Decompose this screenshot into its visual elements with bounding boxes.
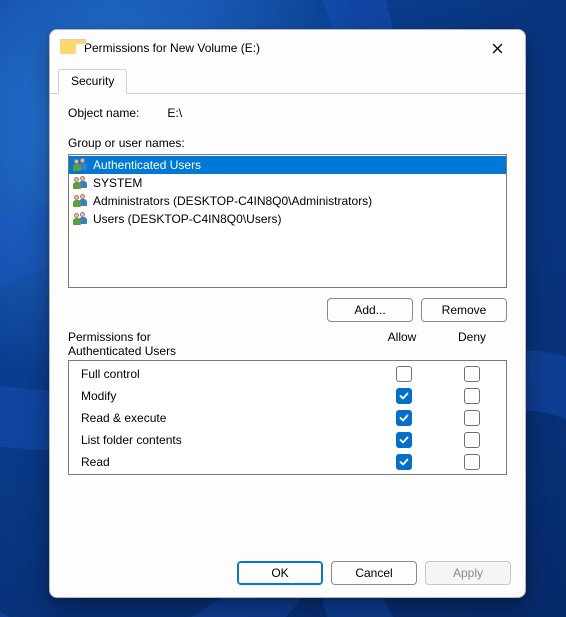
user-label: Authenticated Users <box>93 158 201 172</box>
titlebar[interactable]: Permissions for New Volume (E:) <box>50 30 525 66</box>
allow-column-header: Allow <box>367 330 437 358</box>
tab-content: Object name: E:\ Group or user names: Au… <box>50 94 525 549</box>
deny-checkbox[interactable] <box>464 388 480 404</box>
permission-name: Full control <box>81 367 370 381</box>
tab-strip: Security <box>50 68 525 94</box>
user-list-item[interactable]: SYSTEM <box>69 174 506 192</box>
folder-icon <box>60 42 76 54</box>
remove-button[interactable]: Remove <box>421 298 507 322</box>
users-icon <box>73 212 89 226</box>
tab-security[interactable]: Security <box>58 69 127 94</box>
user-list-item[interactable]: Users (DESKTOP-C4IN8Q0\Users) <box>69 210 506 228</box>
users-icon <box>73 176 89 190</box>
allow-checkbox[interactable] <box>396 388 412 404</box>
deny-column-header: Deny <box>437 330 507 358</box>
allow-checkbox[interactable] <box>396 366 412 382</box>
user-label: Administrators (DESKTOP-C4IN8Q0\Administ… <box>93 194 372 208</box>
object-name-label: Object name: <box>68 106 139 120</box>
permission-row: Read <box>69 451 506 473</box>
permission-row: Modify <box>69 385 506 407</box>
user-label: Users (DESKTOP-C4IN8Q0\Users) <box>93 212 281 226</box>
permissions-scroll[interactable]: Full control Modify Read & execute List … <box>69 361 506 474</box>
close-icon <box>492 43 503 54</box>
deny-checkbox[interactable] <box>464 410 480 426</box>
object-name-value: E:\ <box>167 106 182 120</box>
permission-name: Modify <box>81 389 370 403</box>
permissions-for-label: Permissions for Authenticated Users <box>68 330 218 358</box>
add-button[interactable]: Add... <box>327 298 413 322</box>
user-list-item[interactable]: Administrators (DESKTOP-C4IN8Q0\Administ… <box>69 192 506 210</box>
cancel-button[interactable]: Cancel <box>331 561 417 585</box>
groups-label: Group or user names: <box>68 136 507 150</box>
deny-checkbox[interactable] <box>464 454 480 470</box>
apply-button[interactable]: Apply <box>425 561 511 585</box>
user-list[interactable]: Authenticated Users SYSTEM Administrators … <box>68 154 507 288</box>
permission-row: Full control <box>69 363 506 385</box>
deny-checkbox[interactable] <box>464 432 480 448</box>
users-icon <box>73 158 89 172</box>
user-label: SYSTEM <box>93 176 142 190</box>
permissions-dialog: Permissions for New Volume (E:) Security… <box>49 29 526 598</box>
permission-row: Write <box>69 473 506 474</box>
permission-name: Read & execute <box>81 411 370 425</box>
allow-checkbox[interactable] <box>396 410 412 426</box>
permission-name: List folder contents <box>81 433 370 447</box>
deny-checkbox[interactable] <box>464 366 480 382</box>
permission-row: List folder contents <box>69 429 506 451</box>
window-title: Permissions for New Volume (E:) <box>84 41 479 55</box>
allow-checkbox[interactable] <box>396 454 412 470</box>
close-button[interactable] <box>479 34 515 62</box>
permissions-list: Full control Modify Read & execute List … <box>68 360 507 475</box>
ok-button[interactable]: OK <box>237 561 323 585</box>
permission-row: Read & execute <box>69 407 506 429</box>
dialog-footer: OK Cancel Apply <box>50 549 525 597</box>
permission-name: Read <box>81 455 370 469</box>
allow-checkbox[interactable] <box>396 432 412 448</box>
user-list-item[interactable]: Authenticated Users <box>69 156 506 174</box>
users-icon <box>73 194 89 208</box>
